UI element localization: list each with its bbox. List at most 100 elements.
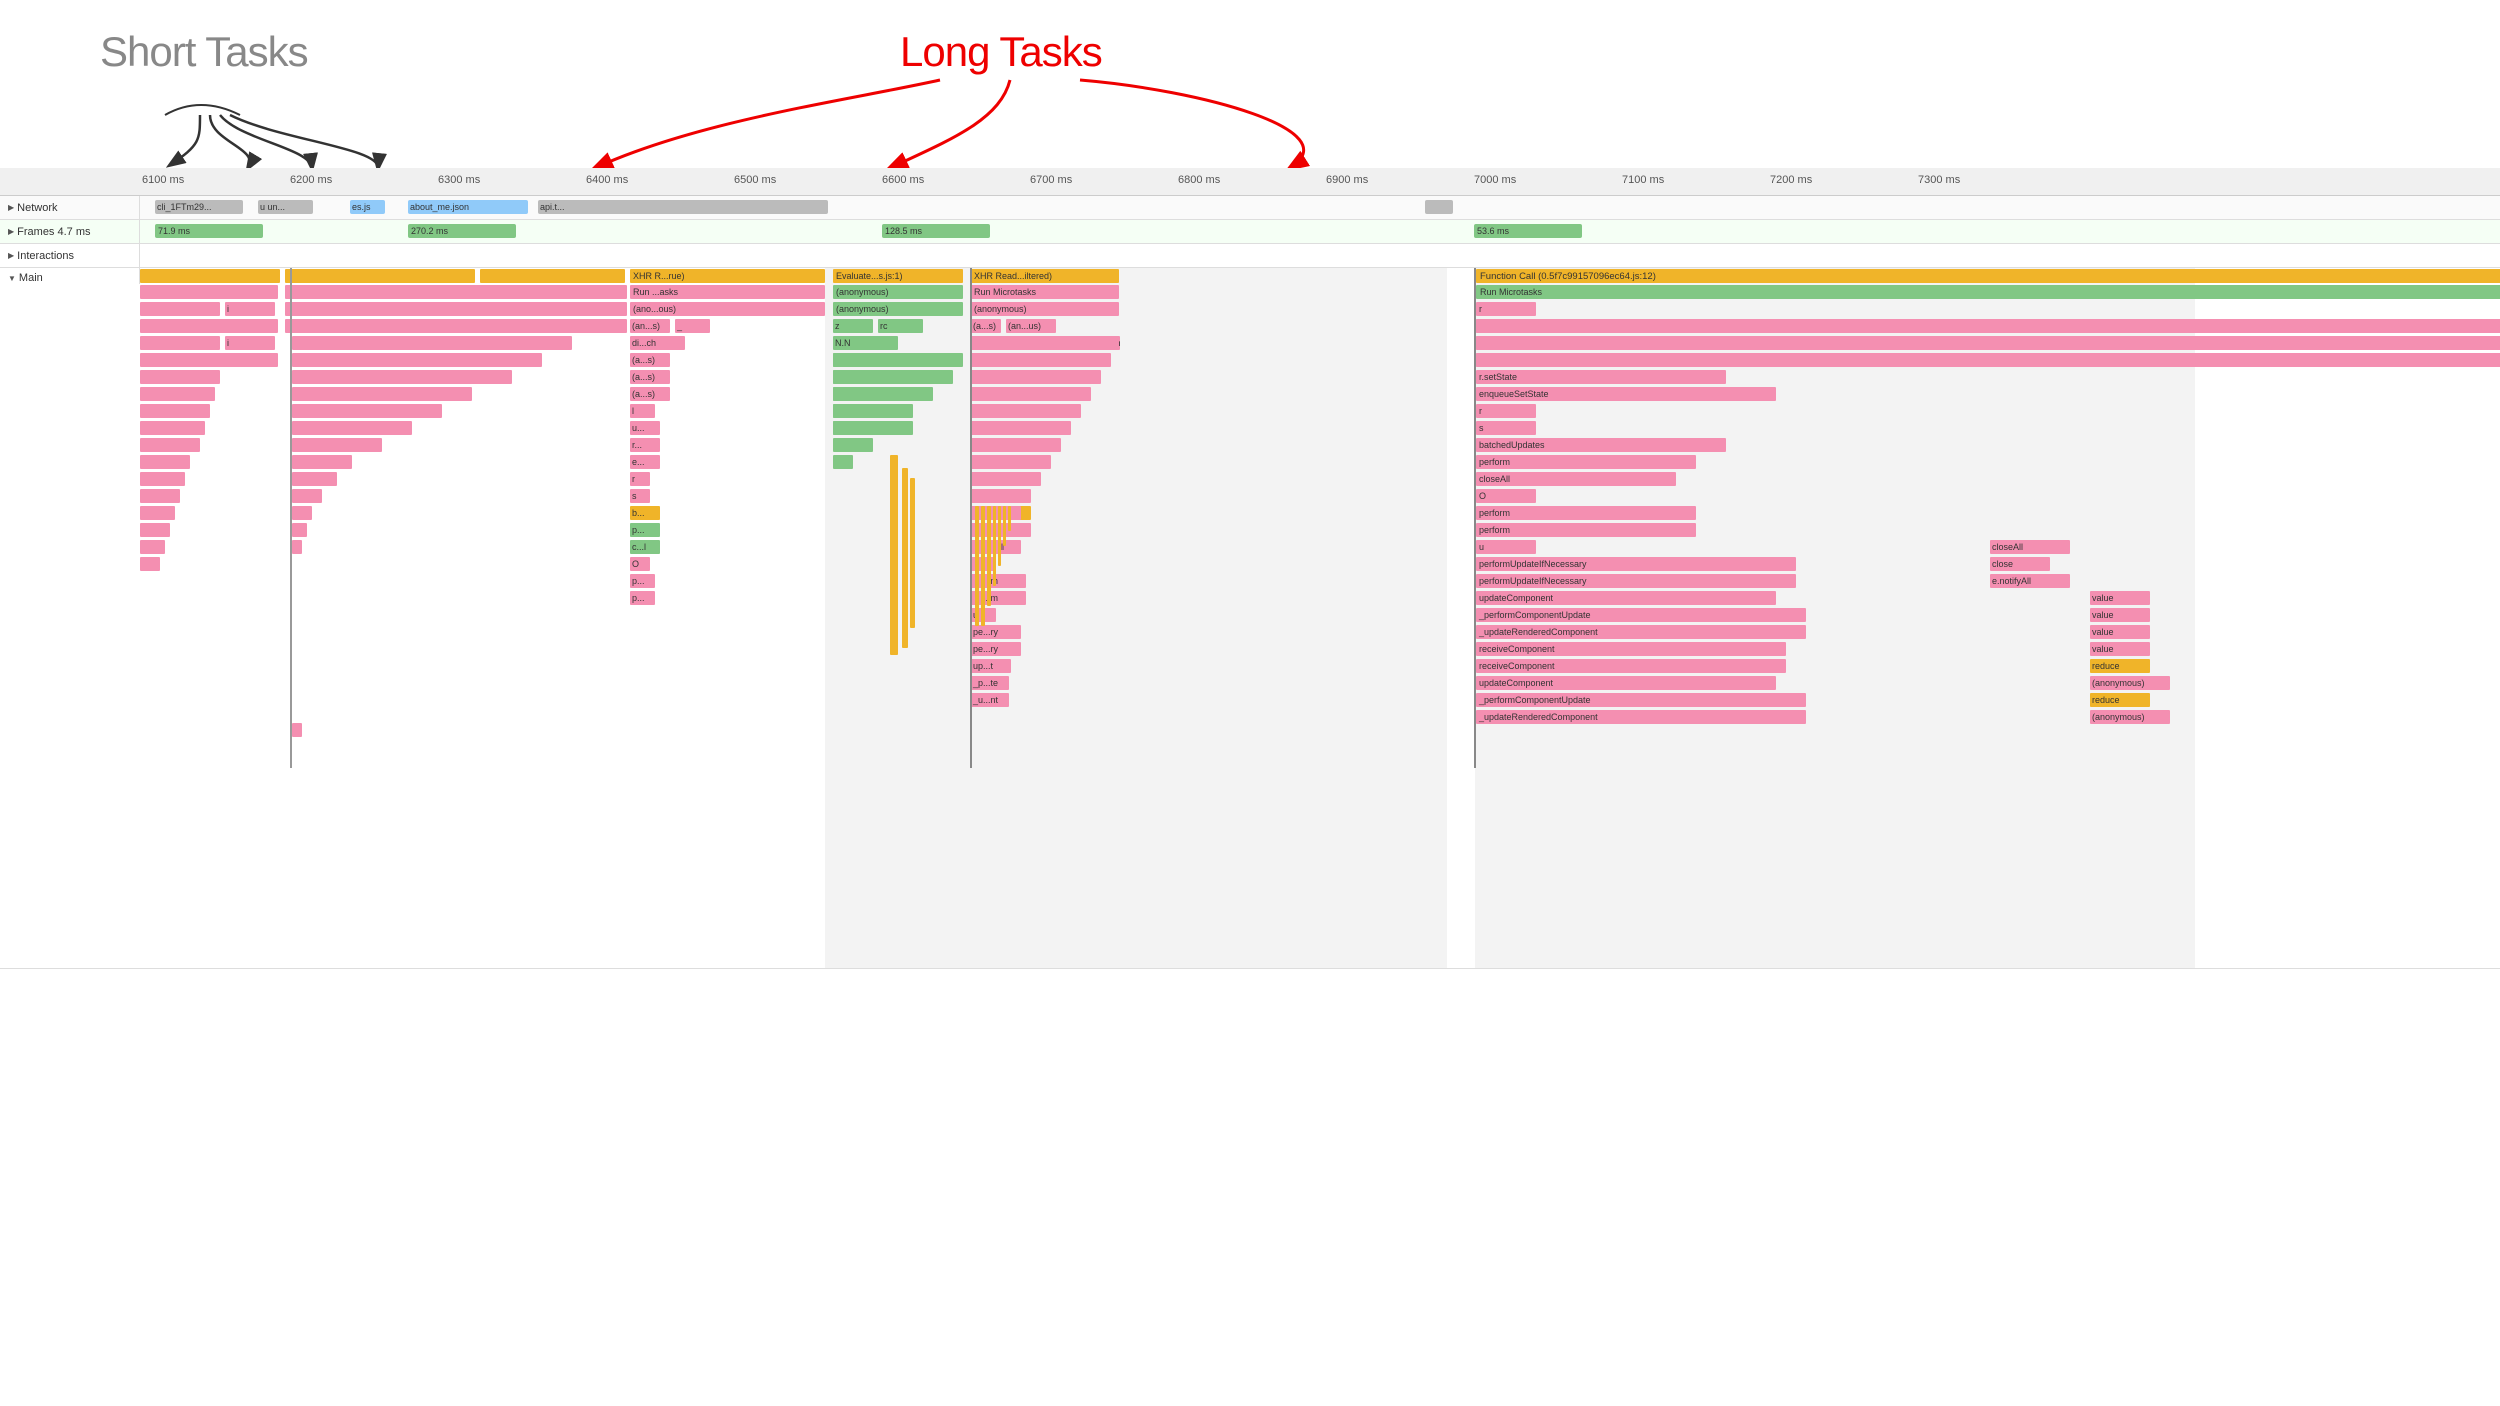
anoo-ous-bar: (ano...ous) bbox=[630, 302, 825, 316]
eval-green-4 bbox=[833, 404, 913, 418]
eval-green-5 bbox=[833, 421, 893, 435]
u-bar: u... bbox=[630, 421, 660, 435]
perf-comp-update-r-2: _performComponentUpdate bbox=[1476, 693, 1806, 707]
value-far-r-4: value bbox=[2090, 642, 2150, 656]
flame-left-3a bbox=[140, 319, 278, 333]
network-label: Network bbox=[0, 196, 140, 219]
evaluate-bar: Evaluate...s.js:1) bbox=[833, 269, 963, 283]
di-ch-bar: di...ch bbox=[630, 336, 685, 350]
time-label-7000: 7000 ms bbox=[1474, 174, 1516, 186]
an-us-bar: (an...us) bbox=[1006, 319, 1056, 333]
update-rendered-comp-r: _updateRenderedComponent bbox=[1476, 625, 1806, 639]
run-micro-bar: Run Microtasks bbox=[971, 285, 1119, 299]
anon-bar-3: (anonymous) bbox=[971, 302, 1119, 316]
more-pink-12 bbox=[140, 557, 160, 571]
value-far-r-1: value bbox=[2090, 591, 2150, 605]
o-bar-r: O bbox=[1476, 489, 1536, 503]
s-bar2: s bbox=[630, 489, 650, 503]
short-tasks-label: Short Tasks bbox=[100, 28, 308, 76]
network-bar-5: api.t... bbox=[538, 200, 828, 214]
receive-comp-r-1: receiveComponent bbox=[1476, 642, 1786, 656]
more-pink-9 bbox=[140, 506, 175, 520]
col2-1 bbox=[292, 302, 627, 316]
reduce-far-r-2: reduce bbox=[2090, 693, 2150, 707]
network-bar-4: about_me.json bbox=[408, 200, 528, 214]
frames-label: Frames 4.7 ms bbox=[0, 220, 140, 243]
enqueue-set-state: enqueueSetState bbox=[1476, 387, 1776, 401]
time-label-6500: 6500 ms bbox=[734, 174, 776, 186]
network-content: cli_1FTm29... u un... es.js about_me.jso… bbox=[140, 196, 2500, 219]
col2-lower bbox=[292, 723, 302, 737]
more-pink-11 bbox=[140, 540, 165, 554]
time-label-6600: 6600 ms bbox=[882, 174, 924, 186]
main-content: i i XHR R...rue) Evaluate...s.js:1) XHR … bbox=[140, 268, 2500, 968]
mid-row-4 bbox=[971, 387, 1091, 401]
more-pink-6 bbox=[140, 455, 190, 469]
flame-left-4b: i bbox=[225, 336, 275, 350]
interactions-expand-icon[interactable] bbox=[8, 251, 14, 260]
a-s-bar3: (a...s) bbox=[630, 370, 670, 384]
up-t-bar: up...t bbox=[971, 659, 1011, 673]
timeline-container: 6100 ms 6200 ms 6300 ms 6400 ms 6500 ms … bbox=[0, 168, 2500, 969]
col2-7 bbox=[292, 404, 442, 418]
col2-0 bbox=[292, 285, 627, 299]
right-row-3 bbox=[1476, 319, 2500, 333]
p-bar4: p... bbox=[630, 591, 655, 605]
perform-update-if-nec-1: performUpdateIfNecessary bbox=[1476, 557, 1796, 571]
col2-5 bbox=[292, 370, 512, 384]
time-label-6800: 6800 ms bbox=[1178, 174, 1220, 186]
main-expand-icon[interactable] bbox=[8, 274, 16, 283]
frames-expand-icon[interactable] bbox=[8, 227, 14, 236]
p-bar3: p... bbox=[630, 574, 655, 588]
r-setstate-bar: r.setState bbox=[1476, 370, 1726, 384]
interactions-label: Interactions bbox=[0, 244, 140, 267]
mid-yellow-tall7 bbox=[1008, 506, 1011, 531]
close-all-far-r: closeAll bbox=[1990, 540, 2070, 554]
mid-row-10 bbox=[971, 489, 1031, 503]
mid-row-2 bbox=[971, 353, 1111, 367]
col2-15 bbox=[292, 540, 302, 554]
anon-far-r-1: (anonymous) bbox=[2090, 676, 2170, 690]
more-pink-2 bbox=[140, 387, 215, 401]
anon-bar-1: (anonymous) bbox=[833, 285, 963, 299]
time-label-6300: 6300 ms bbox=[438, 174, 480, 186]
u-bar-r: u bbox=[1476, 540, 1536, 554]
col2-11 bbox=[292, 472, 337, 486]
eval-yellow-tall bbox=[890, 455, 898, 655]
mid-row-5 bbox=[971, 404, 1081, 418]
col2-13 bbox=[292, 506, 312, 520]
mid-row-7 bbox=[971, 438, 1061, 452]
col2-10 bbox=[292, 455, 352, 469]
col2-2 bbox=[292, 319, 627, 333]
time-label-7300: 7300 ms bbox=[1918, 174, 1960, 186]
col2-9 bbox=[292, 438, 382, 452]
r-bar-right: r bbox=[1476, 302, 1536, 316]
mid-row-9 bbox=[971, 472, 1041, 486]
network-expand-icon[interactable] bbox=[8, 203, 14, 212]
nn-bar: N.N bbox=[833, 336, 898, 350]
a-s-bar: (a...s) bbox=[971, 319, 1001, 333]
more-pink-4 bbox=[140, 421, 205, 435]
r-bar-3: r... bbox=[630, 438, 660, 452]
value-far-r-2: value bbox=[2090, 608, 2150, 622]
receive-comp-r-2: receiveComponent bbox=[1476, 659, 1786, 673]
time-label-6700: 6700 ms bbox=[1030, 174, 1072, 186]
a-s-bar4: (a...s) bbox=[630, 387, 670, 401]
an-s-bar1: (an...s) bbox=[630, 319, 670, 333]
xhr-read-bar: XHR Read...iltered) bbox=[971, 269, 1119, 283]
perform-r-3: perform bbox=[1476, 523, 1696, 537]
mid-row-1 bbox=[971, 336, 1119, 350]
col2-12 bbox=[292, 489, 322, 503]
frame-bar-1: 71.9 ms bbox=[155, 224, 263, 238]
network-bar-2: u un... bbox=[258, 200, 313, 214]
mid-row-3 bbox=[971, 370, 1101, 384]
run-micro-right: Run Microtasks bbox=[1476, 285, 2500, 299]
network-track-label: Network bbox=[17, 202, 57, 214]
perform-r-1: perform bbox=[1476, 455, 1696, 469]
flame-left-2a bbox=[140, 302, 220, 316]
col2-8 bbox=[292, 421, 412, 435]
mid-row-6 bbox=[971, 421, 1071, 435]
right-row-5 bbox=[1476, 353, 2500, 367]
mid-yellow-tall3 bbox=[987, 506, 991, 606]
time-label-6100: 6100 ms bbox=[142, 174, 184, 186]
